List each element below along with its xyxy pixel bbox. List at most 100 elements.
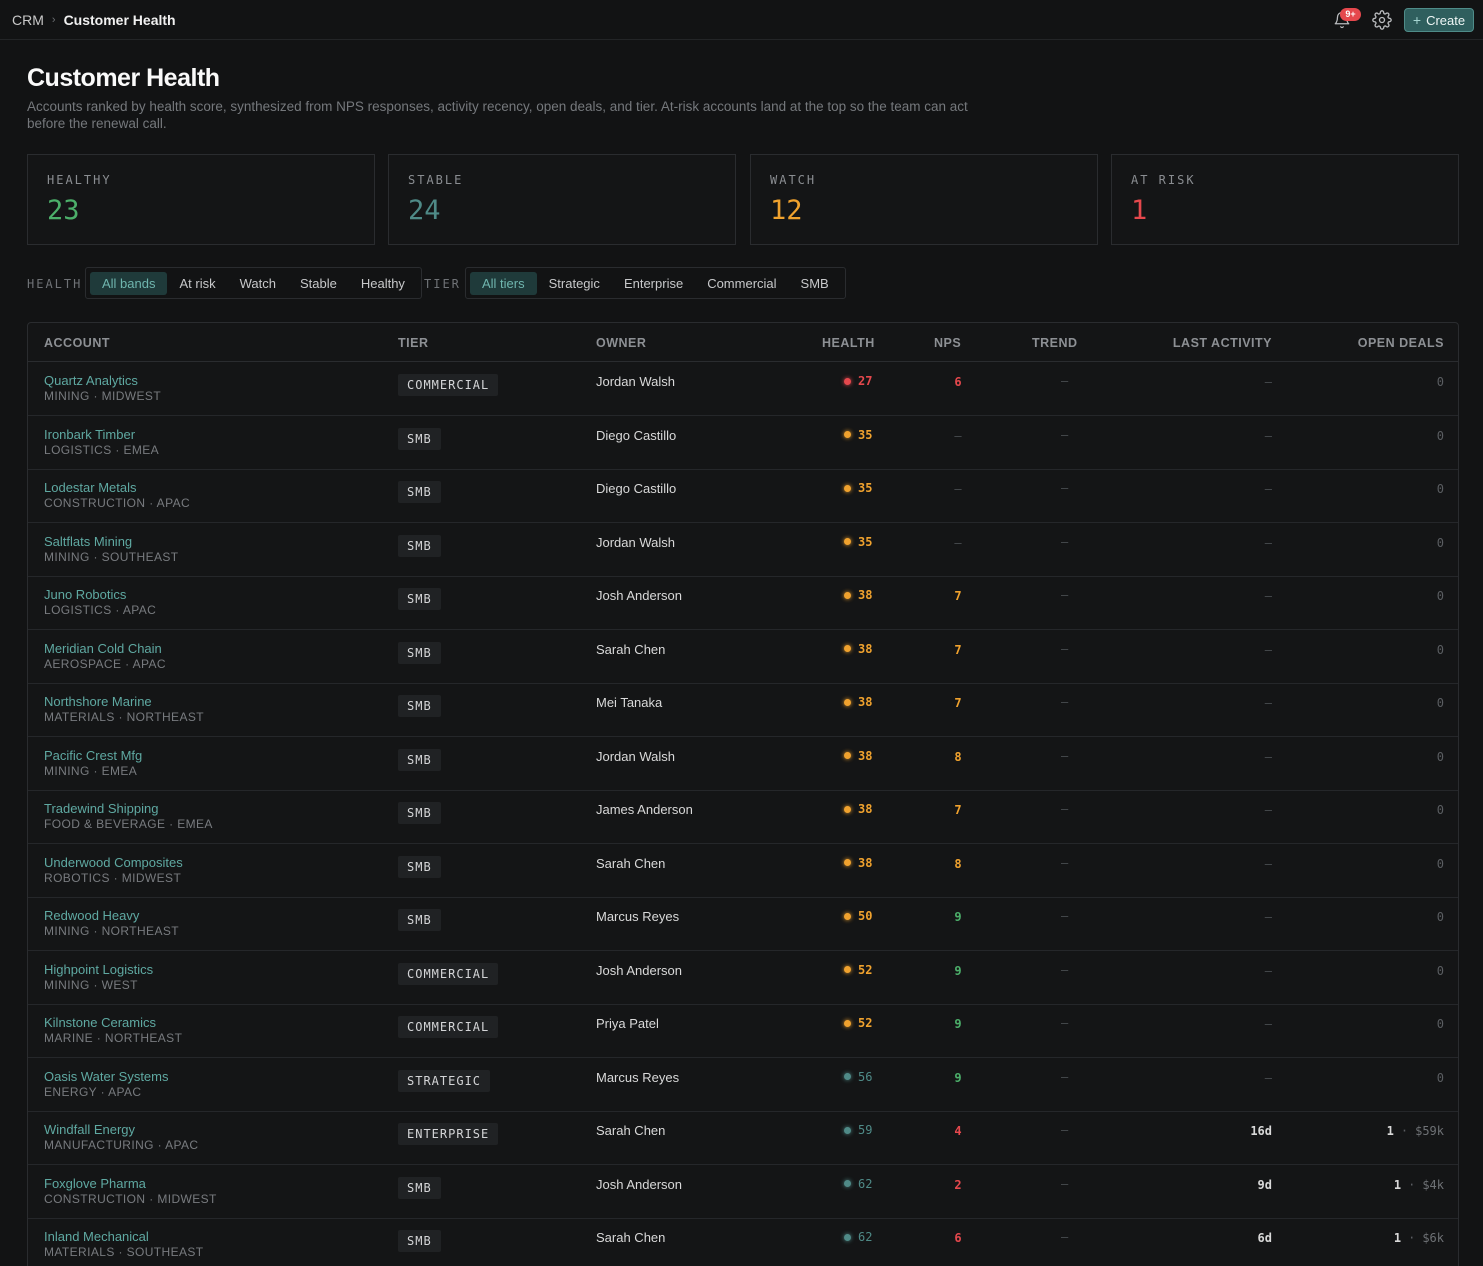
account-meta: MINING · WEST	[44, 977, 138, 992]
open-deals: 1 · $6k	[1394, 1231, 1444, 1245]
health-dot-icon	[844, 645, 851, 652]
owner-name: Jordan Walsh	[596, 534, 675, 550]
table-row[interactable]: Northshore Marine MATERIALS · NORTHEAST SM…	[28, 683, 1458, 737]
open-deals-count: 0	[1436, 803, 1444, 817]
health-value: 38	[858, 855, 873, 870]
table-row[interactable]: Windfall Energy MANUFACTURING · APAC ENTER…	[28, 1111, 1458, 1165]
table-row[interactable]: Pacific Crest Mfg MINING · EMEA SMB Jordan …	[28, 737, 1458, 791]
column-header-account[interactable]: ACCOUNT	[44, 336, 110, 350]
health-score: 38	[844, 802, 872, 816]
account-name-link[interactable]: Ironbark Timber	[44, 427, 135, 442]
stat-card-at-risk: AT RISK 1	[1111, 154, 1459, 245]
health-filter-healthy[interactable]: Healthy	[349, 272, 417, 295]
owner-name: Josh Anderson	[596, 588, 683, 603]
account-name-link[interactable]: Pacific Crest Mfg	[44, 748, 142, 763]
health-dot-icon	[844, 484, 851, 492]
column-header-nps[interactable]: NPS	[934, 336, 961, 350]
account-meta: MINING · EMEA	[44, 763, 138, 778]
health-filter-watch[interactable]: Watch	[228, 272, 288, 295]
trend-value: —	[1061, 1123, 1069, 1137]
account-name-link[interactable]: Foxglove Pharma	[44, 1176, 146, 1191]
column-header-open-deals[interactable]: OPEN DEALS	[1358, 336, 1444, 350]
nps-value: 7	[954, 696, 962, 710]
open-deals-amount: $59k	[1415, 1124, 1444, 1138]
last-activity: —	[1264, 589, 1272, 603]
column-header-last-activity[interactable]: LAST ACTIVITY	[1173, 336, 1272, 350]
health-value: 62	[858, 1176, 873, 1191]
table-row[interactable]: Underwood Composites ROBOTICS · MIDWEST SM…	[28, 844, 1458, 898]
account-name-link[interactable]: Tradewind Shipping	[44, 801, 158, 816]
tier-filter-strategic[interactable]: Strategic	[537, 272, 612, 295]
account-name-link[interactable]: Windfall Energy	[44, 1122, 135, 1137]
gear-icon[interactable]	[1372, 10, 1392, 30]
tier-filter-all-tiers[interactable]: All tiers	[470, 271, 537, 295]
table-row[interactable]: Meridian Cold Chain AEROSPACE · APAC SMB Sa…	[28, 630, 1458, 684]
owner-name: Sarah Chen	[596, 1230, 666, 1245]
open-deals: 0	[1437, 1071, 1444, 1085]
account-name-link[interactable]: Quartz Analytics	[44, 373, 138, 388]
table-row[interactable]: Quartz Analytics MINING · MIDWEST COMMERCI…	[28, 362, 1458, 416]
owner-name: Sarah Chen	[596, 855, 666, 871]
table-row[interactable]: Kilnstone Ceramics MARINE · NORTHEAST COMM…	[28, 1004, 1458, 1058]
owner-name: Priya Patel	[596, 1016, 659, 1031]
account-name-link[interactable]: Saltflats Mining	[44, 534, 132, 549]
health-score: 50	[844, 909, 872, 923]
tier-badge: SMB	[398, 855, 441, 878]
health-filter-at-risk[interactable]: At risk	[167, 272, 227, 295]
column-header-health[interactable]: HEALTH	[822, 336, 875, 350]
stat-label: HEALTHY	[47, 173, 112, 187]
stat-label: AT RISK	[1131, 173, 1196, 187]
account-name-link[interactable]: Meridian Cold Chain	[44, 641, 162, 656]
account-name-link[interactable]: Redwood Heavy	[44, 908, 139, 923]
table-row[interactable]: Highpoint Logistics MINING · WEST COMMERCI…	[28, 951, 1458, 1005]
table-row[interactable]: Saltflats Mining MINING · SOUTHEAST SMB Jor…	[28, 523, 1458, 577]
tier-filter-smb[interactable]: SMB	[789, 272, 841, 295]
owner-name: Josh Anderson	[596, 962, 683, 978]
account-name-link[interactable]: Northshore Marine	[44, 694, 152, 709]
table-row[interactable]: Lodestar Metals CONSTRUCTION · APAC SMB Die…	[28, 469, 1458, 523]
open-deals: 0	[1437, 1017, 1444, 1031]
nps-value: —	[954, 428, 962, 443]
accounts-table: ACCOUNT TIER OWNER HEALTH NPS TREND LAST ACTIV…	[27, 322, 1459, 1266]
column-header-owner[interactable]: OWNER	[596, 336, 646, 350]
column-header-trend[interactable]: TREND	[1032, 336, 1078, 350]
health-score: 27	[844, 374, 872, 388]
account-name-link[interactable]: Oasis Water Systems	[44, 1069, 168, 1084]
breadcrumb-crm[interactable]: CRM	[12, 12, 44, 28]
health-score: 38	[844, 695, 872, 709]
account-name-link[interactable]: Lodestar Metals	[44, 480, 137, 495]
table-row[interactable]: Juno Robotics LOGISTICS · APAC SMB Josh And…	[28, 576, 1458, 630]
account-name-link[interactable]: Inland Mechanical	[44, 1229, 149, 1244]
table-row[interactable]: Tradewind Shipping FOOD & BEVERAGE · EMEA…	[28, 790, 1458, 844]
table-row[interactable]: Foxglove Pharma CONSTRUCTION · MIDWEST SMB…	[28, 1165, 1458, 1219]
trend-value: —	[1061, 427, 1069, 442]
last-activity: —	[1264, 749, 1272, 764]
open-deals: 0	[1437, 589, 1444, 603]
table-row[interactable]: Oasis Water Systems ENERGY · APAC STRATEGI…	[28, 1058, 1458, 1112]
health-filter-all-bands[interactable]: All bands	[90, 271, 168, 295]
tier-badge: SMB	[398, 427, 441, 450]
nps-value: 2	[954, 1177, 962, 1192]
account-name-link[interactable]: Underwood Composites	[44, 855, 183, 870]
account-name-link[interactable]: Juno Robotics	[44, 587, 126, 602]
nps-value: —	[954, 482, 962, 496]
tier-filter-enterprise[interactable]: Enterprise	[612, 272, 695, 295]
health-value: 50	[858, 909, 873, 923]
open-deals: 0	[1437, 429, 1444, 443]
tier-badge: SMB	[398, 641, 441, 664]
health-value: 35	[858, 481, 873, 495]
nps-value: 6	[954, 375, 962, 389]
table-row[interactable]: Ironbark Timber LOGISTICS · EMEA SMB Diego …	[28, 416, 1458, 470]
health-filter-stable[interactable]: Stable	[288, 272, 349, 295]
column-header-tier[interactable]: TIER	[398, 336, 428, 350]
table-row[interactable]: Redwood Heavy MINING · NORTHEAST SMB Marcus…	[28, 897, 1458, 951]
owner-name: James Anderson	[596, 802, 693, 817]
account-name-link[interactable]: Highpoint Logistics	[44, 962, 153, 977]
account-name-link[interactable]: Kilnstone Ceramics	[44, 1015, 156, 1030]
health-score: 62	[844, 1177, 872, 1191]
tier-filter-commercial[interactable]: Commercial	[695, 272, 788, 295]
health-value: 52	[858, 1016, 873, 1030]
create-button[interactable]: + Create	[1404, 8, 1474, 32]
last-activity: —	[1264, 642, 1272, 657]
table-row[interactable]: Inland Mechanical MATERIALS · SOUTHEAST SM…	[28, 1218, 1458, 1266]
